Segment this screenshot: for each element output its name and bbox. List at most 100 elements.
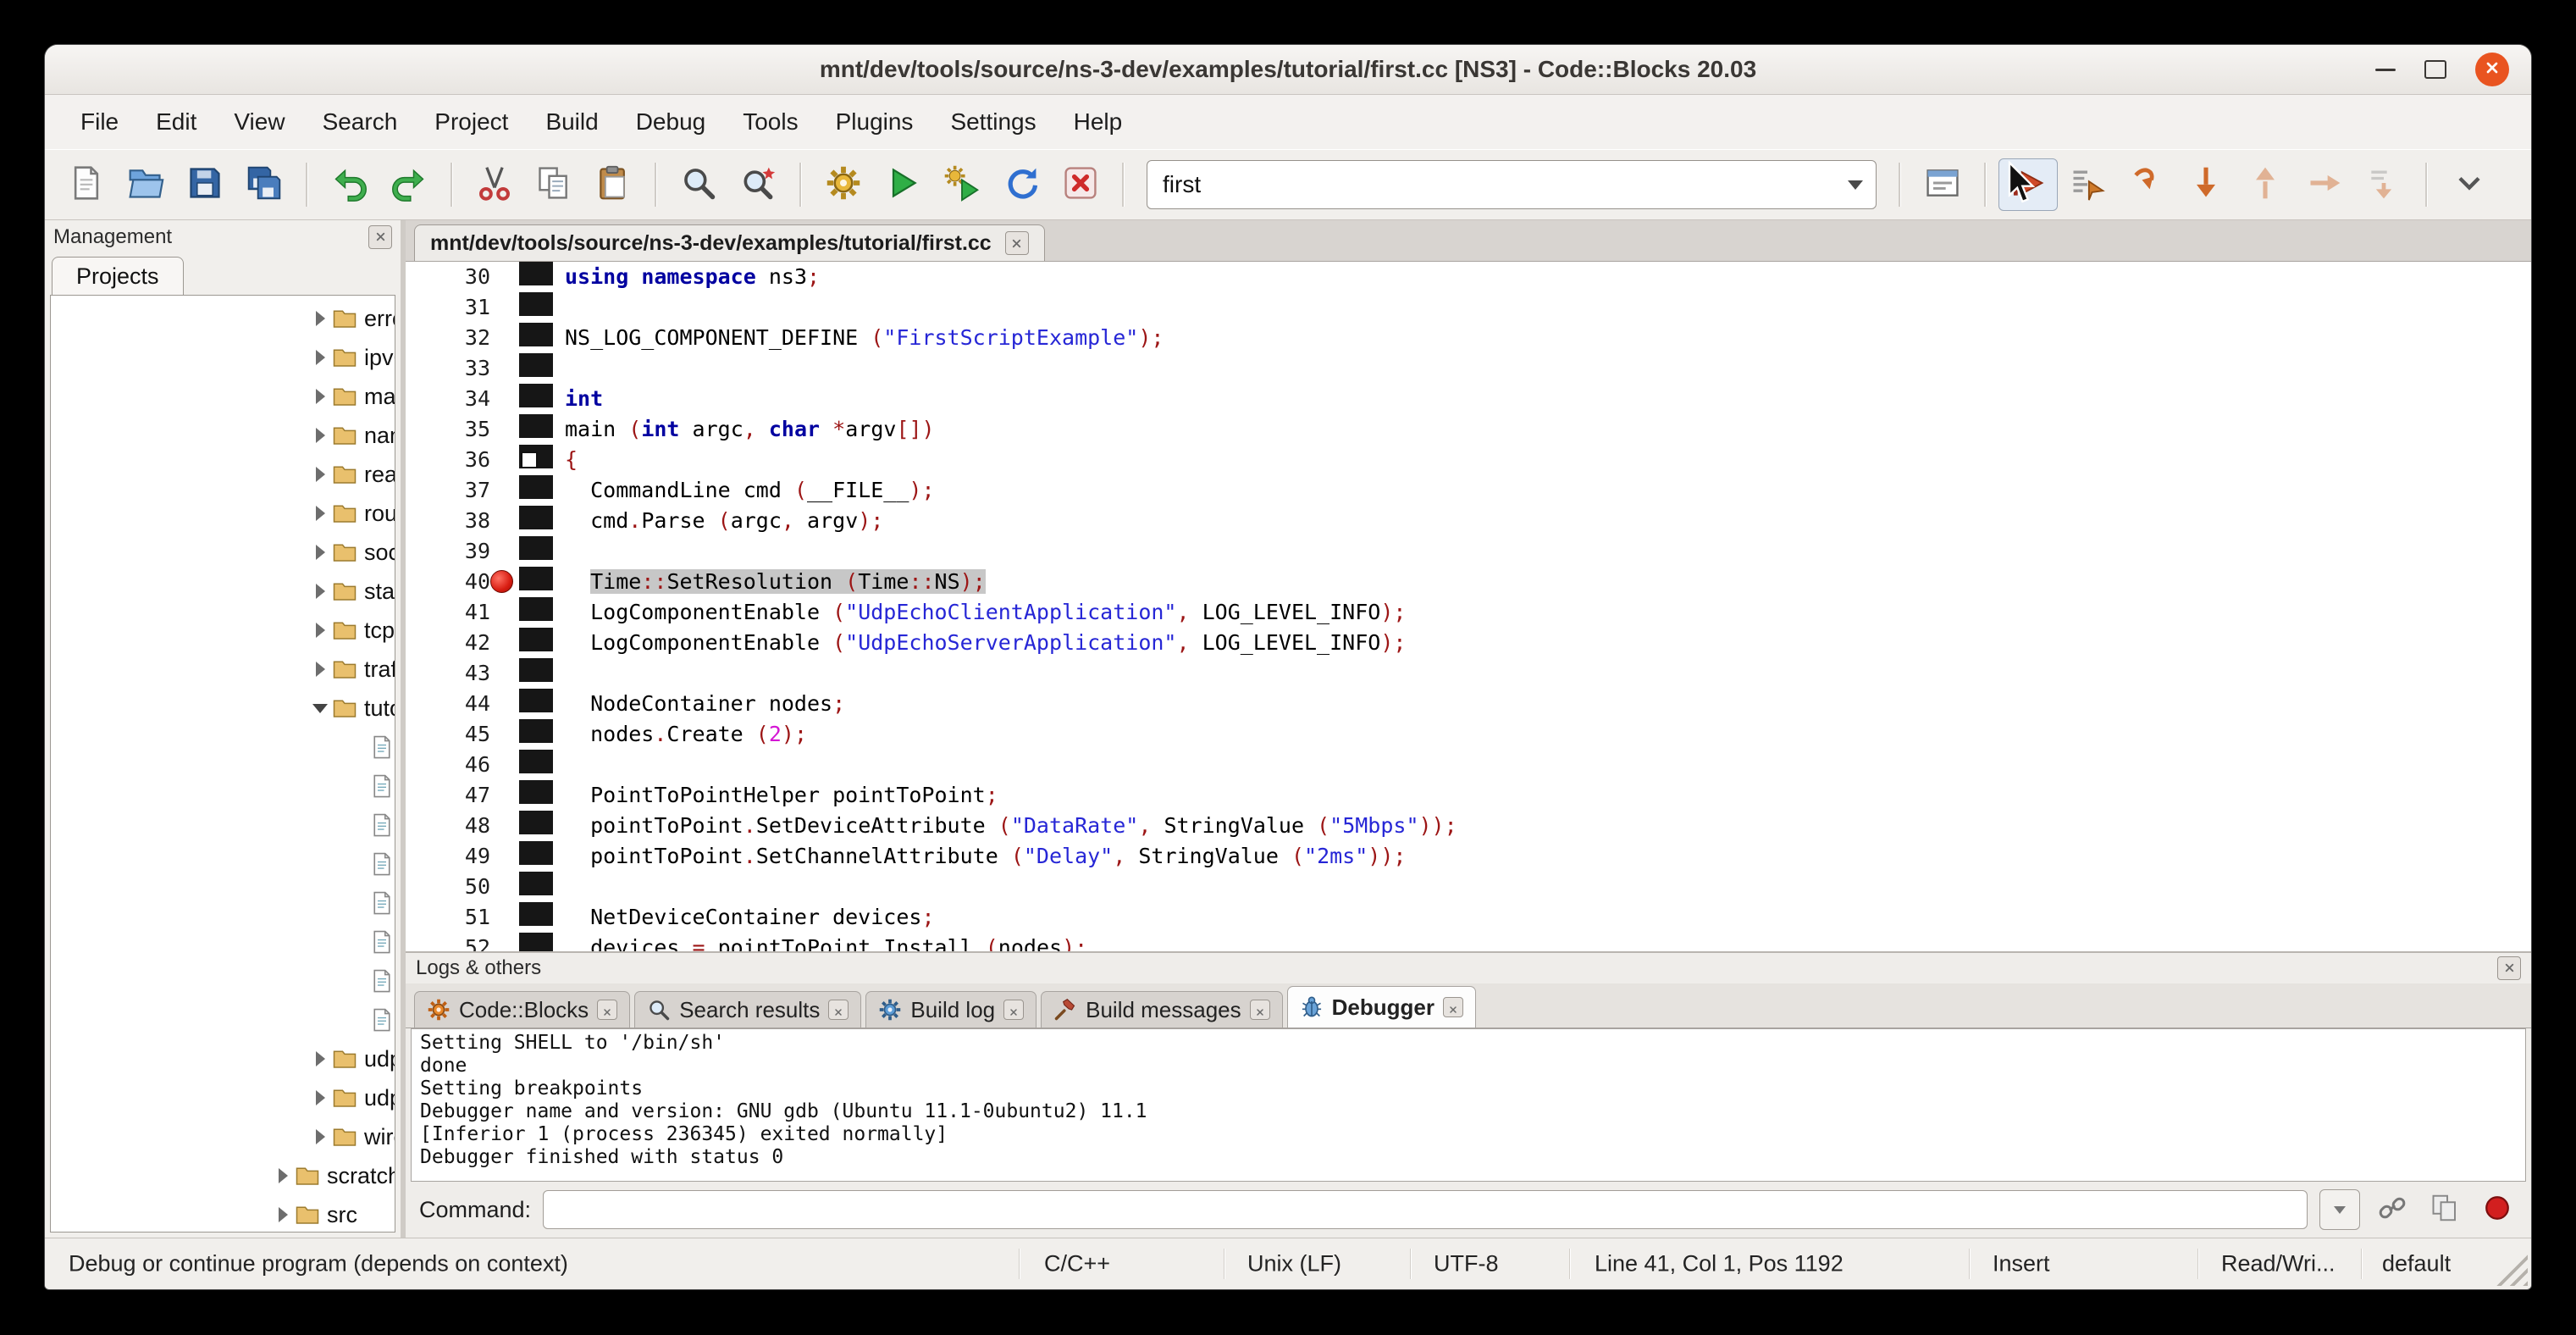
debugging-windows-button[interactable] xyxy=(1913,158,1972,211)
management-close-icon[interactable] xyxy=(368,225,392,249)
toolbar-overflow-button[interactable] xyxy=(2440,158,2499,211)
line-number[interactable]: 50 xyxy=(406,872,490,902)
resize-grip[interactable] xyxy=(2489,1247,2528,1286)
tree-item-erro[interactable]: erro xyxy=(51,299,395,338)
line-number[interactable]: 33 xyxy=(406,353,490,384)
next-instruction-button[interactable] xyxy=(2295,158,2354,211)
logs-tab-debugger[interactable]: Debugger xyxy=(1287,986,1476,1028)
menu-plugins[interactable]: Plugins xyxy=(817,102,932,142)
menu-edit[interactable]: Edit xyxy=(137,102,215,142)
paste-button[interactable] xyxy=(583,158,643,211)
save-all-button[interactable] xyxy=(235,158,294,211)
tree-item-ipv6[interactable]: ipv6 xyxy=(51,338,395,377)
chevron-collapsed-icon[interactable] xyxy=(271,1168,295,1183)
code-editor[interactable]: 30using namespace ns3;3132NS_LOG_COMPONE… xyxy=(406,262,2531,951)
titlebar[interactable]: mnt/dev/tools/source/ns-3-dev/examples/t… xyxy=(45,45,2531,95)
maximize-icon[interactable] xyxy=(2424,60,2446,79)
line-number[interactable]: 40 xyxy=(406,567,490,597)
attach-button[interactable] xyxy=(2372,1189,2413,1230)
copy-button[interactable] xyxy=(524,158,583,211)
tree-item-he[interactable]: he xyxy=(51,845,395,884)
find-button[interactable] xyxy=(669,158,728,211)
line-number[interactable]: 45 xyxy=(406,719,490,750)
tree-item-tcp[interactable]: tcp xyxy=(51,611,395,650)
close-icon[interactable] xyxy=(2475,53,2509,86)
chevron-expanded-icon[interactable] xyxy=(308,704,332,713)
tree-item-mat[interactable]: mat xyxy=(51,377,395,416)
rebuild-button[interactable] xyxy=(992,158,1051,211)
logs-tab-close-icon[interactable] xyxy=(828,1000,849,1020)
undo-button[interactable] xyxy=(320,158,379,211)
tree-item-udp[interactable]: udp- xyxy=(51,1078,395,1117)
line-number[interactable]: 36 xyxy=(406,445,490,475)
logs-tab-build-log[interactable]: Build log xyxy=(865,991,1036,1028)
logs-tab-code-blocks[interactable]: Code::Blocks xyxy=(414,991,630,1028)
line-number[interactable]: 38 xyxy=(406,506,490,536)
line-number[interactable]: 39 xyxy=(406,536,490,567)
tab-projects[interactable]: Projects xyxy=(52,257,184,295)
abort-button[interactable] xyxy=(1051,158,1110,211)
tree-item-traf[interactable]: traf xyxy=(51,650,395,689)
step-out-button[interactable] xyxy=(2236,158,2295,211)
next-line-button[interactable] xyxy=(2117,158,2176,211)
logs-tab-close-icon[interactable] xyxy=(1250,1000,1270,1020)
chevron-collapsed-icon[interactable] xyxy=(308,545,332,560)
tree-item-src[interactable]: src xyxy=(51,1195,395,1233)
line-number[interactable]: 52 xyxy=(406,933,490,951)
menu-debug[interactable]: Debug xyxy=(617,102,725,142)
command-history-dropdown[interactable] xyxy=(2319,1189,2360,1230)
line-number[interactable]: 51 xyxy=(406,902,490,933)
tree-item-se[interactable]: se xyxy=(51,884,395,922)
tree-item-scratch[interactable]: scratch xyxy=(51,1156,395,1195)
build-and-run-button[interactable] xyxy=(932,158,992,211)
line-number[interactable]: 47 xyxy=(406,780,490,811)
search-combobox[interactable] xyxy=(1147,160,1877,209)
chevron-collapsed-icon[interactable] xyxy=(308,467,332,482)
chevron-collapsed-icon[interactable] xyxy=(308,1051,332,1066)
tree-item-six[interactable]: six xyxy=(51,961,395,1000)
line-number[interactable]: 49 xyxy=(406,841,490,872)
fold-marker[interactable] xyxy=(521,451,538,468)
line-number[interactable]: 44 xyxy=(406,689,490,719)
tree-item-tuto[interactable]: tuto xyxy=(51,689,395,728)
editor-tab-first-cc[interactable]: mnt/dev/tools/source/ns-3-dev/examples/t… xyxy=(414,224,1045,261)
copy-output-button[interactable] xyxy=(2424,1189,2465,1230)
chevron-collapsed-icon[interactable] xyxy=(308,584,332,599)
save-button[interactable] xyxy=(175,158,235,211)
chevron-collapsed-icon[interactable] xyxy=(308,1090,332,1105)
chevron-collapsed-icon[interactable] xyxy=(308,1129,332,1144)
tree-item-udp[interactable]: udp xyxy=(51,1039,395,1078)
line-number[interactable]: 34 xyxy=(406,384,490,414)
chevron-collapsed-icon[interactable] xyxy=(308,311,332,326)
menu-project[interactable]: Project xyxy=(416,102,527,142)
tree-item-wire[interactable]: wire xyxy=(51,1117,395,1156)
cut-button[interactable] xyxy=(465,158,524,211)
chevron-collapsed-icon[interactable] xyxy=(308,623,332,638)
logs-tab-search-results[interactable]: Search results xyxy=(634,991,861,1028)
chevron-collapsed-icon[interactable] xyxy=(308,350,332,365)
line-number[interactable]: 37 xyxy=(406,475,490,506)
logs-tab-close-icon[interactable] xyxy=(1443,997,1463,1017)
line-number[interactable]: 46 xyxy=(406,750,490,780)
line-number[interactable]: 32 xyxy=(406,323,490,353)
chevron-collapsed-icon[interactable] xyxy=(308,428,332,443)
tree-item-fo[interactable]: fo xyxy=(51,806,395,845)
chevron-collapsed-icon[interactable] xyxy=(308,662,332,677)
tree-item-sock[interactable]: sock xyxy=(51,533,395,572)
step-into-button[interactable] xyxy=(2176,158,2236,211)
stop-debugger-button[interactable] xyxy=(2477,1189,2518,1230)
build-button[interactable] xyxy=(814,158,873,211)
tree-item-rout[interactable]: rout xyxy=(51,494,395,533)
line-number[interactable]: 41 xyxy=(406,597,490,628)
menu-settings[interactable]: Settings xyxy=(931,102,1054,142)
logs-tab-close-icon[interactable] xyxy=(597,1000,617,1020)
step-into-instruction-button[interactable] xyxy=(2354,158,2413,211)
menu-view[interactable]: View xyxy=(215,102,303,142)
find-in-files-button[interactable] xyxy=(728,158,788,211)
menu-search[interactable]: Search xyxy=(304,102,417,142)
line-number[interactable]: 30 xyxy=(406,262,490,292)
tree-item-se[interactable]: se xyxy=(51,922,395,961)
new-file-button[interactable] xyxy=(57,158,116,211)
run-button[interactable] xyxy=(873,158,932,211)
line-number[interactable]: 48 xyxy=(406,811,490,841)
